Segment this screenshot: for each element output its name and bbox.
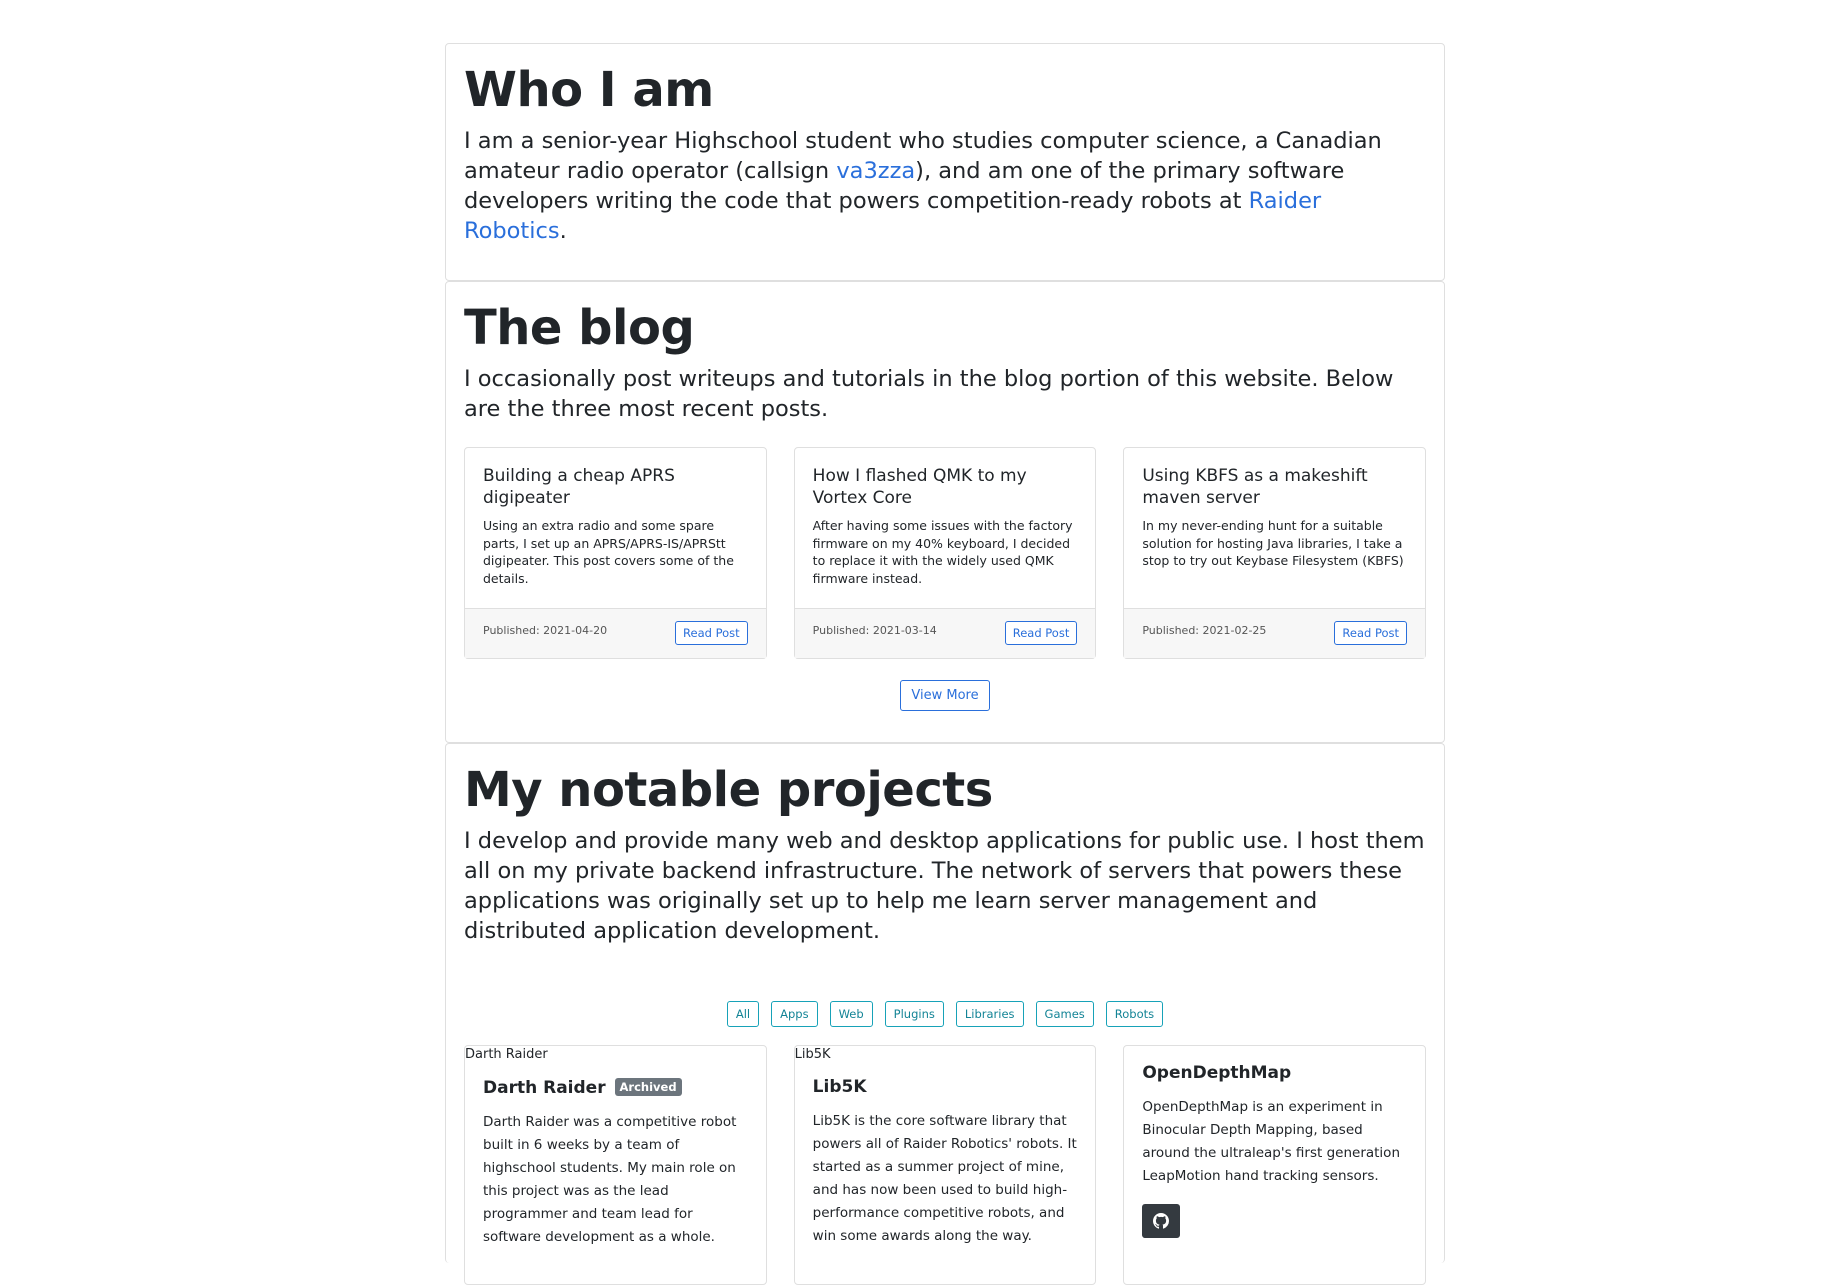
filter-libraries-button[interactable]: Libraries	[955, 1001, 1024, 1027]
callsign-link[interactable]: va3zza	[836, 158, 915, 184]
project-text: Lib5K is the core software library that …	[812, 1113, 1077, 1244]
project-text: Darth Raider was a competitive robot bui…	[483, 1114, 737, 1245]
blog-card: Building a cheap APRS digipeater Using a…	[464, 447, 767, 659]
filter-all-button[interactable]: All	[726, 1001, 760, 1027]
blog-card: How I flashed QMK to my Vortex Core Afte…	[793, 447, 1097, 659]
project-body: OpenDepthMap OpenDepthMap is an experime…	[1124, 1046, 1425, 1250]
project-body: Darth Raider Archived Darth Raider was a…	[465, 1064, 766, 1261]
project-title: Lib5K	[813, 1076, 1078, 1098]
read-post-button[interactable]: Read Post	[1004, 621, 1078, 645]
github-icon	[1153, 1213, 1170, 1229]
about-title: Who I am	[464, 62, 714, 118]
card-footer: Published: 2021-04-20 Read Post	[465, 608, 766, 658]
project-name: Lib5K	[812, 1077, 867, 1097]
github-link-button[interactable]	[1142, 1204, 1181, 1238]
project-text: OpenDepthMap is an experiment in Binocul…	[1142, 1099, 1400, 1184]
page-container: Who I am I am a senior-year Highschool s…	[445, 43, 1445, 1285]
project-cards: Darth Raider Darth Raider Archived Darth…	[464, 1045, 1427, 1285]
card-body: Using KBFS as a makeshift maven server I…	[1124, 448, 1425, 608]
post-title: How I flashed QMK to my Vortex Core	[812, 466, 1027, 508]
project-image-alt: Darth Raider	[465, 1047, 548, 1062]
project-filters: All Apps Web Plugins Libraries Games Rob…	[464, 1001, 1426, 1027]
projects-text: I develop and provide many web and deskt…	[464, 828, 1425, 944]
archived-badge: Archived	[614, 1078, 682, 1096]
filter-games-button[interactable]: Games	[1035, 1001, 1094, 1027]
project-title: Darth Raider Archived	[483, 1076, 748, 1099]
blog-cards: Building a cheap APRS digipeater Using a…	[464, 447, 1427, 659]
project-name: OpenDepthMap	[1142, 1063, 1292, 1083]
filter-plugins-button[interactable]: Plugins	[884, 1001, 944, 1027]
post-date: Published: 2021-02-25	[1142, 624, 1267, 637]
about-section: Who I am I am a senior-year Highschool s…	[445, 43, 1445, 281]
projects-section: My notable projects I develop and provid…	[445, 743, 1445, 1285]
read-post-button[interactable]: Read Post	[675, 621, 748, 645]
project-card: Darth Raider Darth Raider Archived Darth…	[464, 1045, 767, 1285]
card-body: Building a cheap APRS digipeater Using a…	[465, 448, 766, 608]
filter-apps-button[interactable]: Apps	[771, 1001, 818, 1027]
project-image-alt: Lib5K	[794, 1047, 831, 1062]
blog-section: The blog I occasionally post writeups an…	[445, 281, 1445, 743]
filter-web-button[interactable]: Web	[829, 1001, 873, 1027]
card-footer: Published: 2021-02-25 Read Post	[1124, 608, 1426, 658]
post-date: Published: 2021-04-20	[483, 624, 608, 637]
project-card: OpenDepthMap OpenDepthMap is an experime…	[1123, 1045, 1427, 1285]
post-summary: In my never-ending hunt for a suitable s…	[1142, 518, 1404, 568]
project-card: Lib5K Lib5K Lib5K is the core software l…	[793, 1045, 1097, 1285]
about-text: I am a senior-year Highschool student wh…	[464, 126, 1426, 246]
view-more-button[interactable]: View More	[900, 680, 990, 711]
view-more-wrap: View More	[464, 680, 1426, 711]
post-title: Using KBFS as a makeshift maven server	[1142, 466, 1368, 508]
project-name: Darth Raider	[483, 1078, 606, 1098]
read-post-button[interactable]: Read Post	[1334, 621, 1408, 645]
card-footer: Published: 2021-03-14 Read Post	[794, 608, 1096, 658]
post-title: Building a cheap APRS digipeater	[483, 466, 675, 508]
about-text-3: .	[559, 218, 567, 244]
project-body: Lib5K Lib5K is the core software library…	[795, 1064, 1096, 1260]
blog-title: The blog	[464, 300, 695, 356]
blog-text: I occasionally post writeups and tutoria…	[464, 366, 1394, 422]
post-summary: After having some issues with the factor…	[812, 518, 1073, 586]
blog-card: Using KBFS as a makeshift maven server I…	[1123, 447, 1427, 659]
card-body: How I flashed QMK to my Vortex Core Afte…	[795, 448, 1096, 608]
projects-title: My notable projects	[464, 762, 993, 818]
post-date: Published: 2021-03-14	[812, 624, 937, 637]
project-title: OpenDepthMap	[1142, 1062, 1407, 1084]
filter-robots-button[interactable]: Robots	[1105, 1001, 1164, 1027]
post-summary: Using an extra radio and some spare part…	[483, 518, 734, 586]
